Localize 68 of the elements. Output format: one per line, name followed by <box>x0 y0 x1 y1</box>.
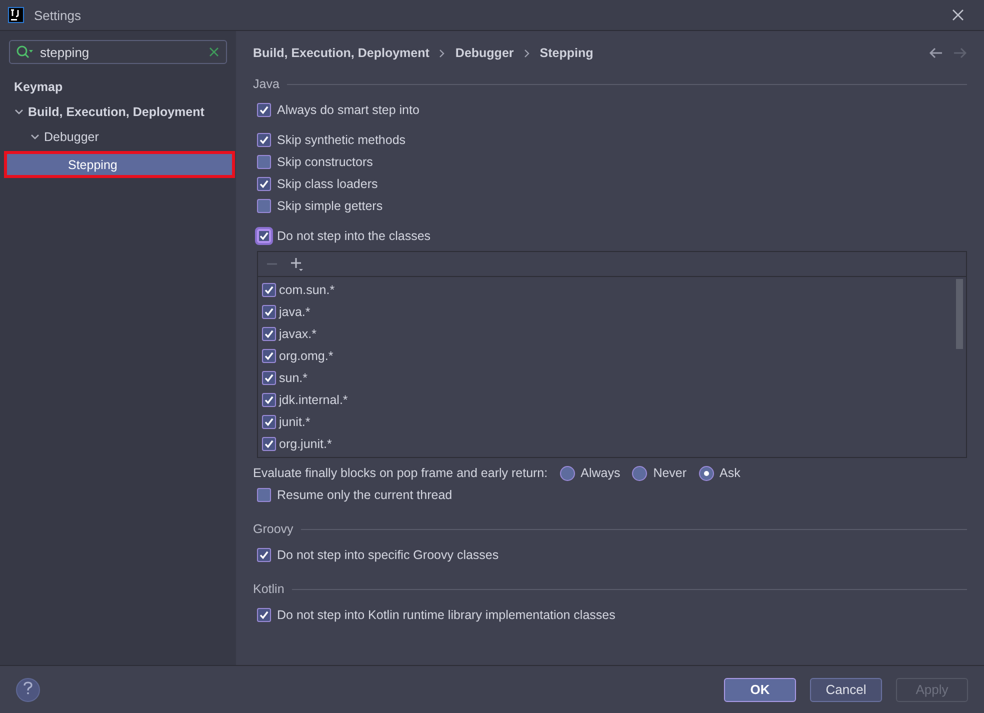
dialog-button[interactable]: Cancel <box>810 678 882 702</box>
checkbox[interactable] <box>257 133 271 147</box>
tree-item[interactable]: Build, Execution, Deployment <box>0 100 236 123</box>
tree-item[interactable]: Debugger <box>0 125 236 148</box>
app-logo-icon <box>8 7 24 23</box>
breadcrumb-item[interactable]: Stepping <box>540 46 594 60</box>
class-pattern: javax.* <box>279 327 317 341</box>
class-pattern: sun.* <box>279 371 308 385</box>
checkbox-label: Skip class loaders <box>277 177 378 191</box>
radio-label: Never <box>653 466 687 480</box>
search-field[interactable]: stepping <box>9 40 227 64</box>
radio-label: Ask <box>720 466 740 480</box>
radio-button[interactable] <box>632 466 648 480</box>
class-pattern: junit.* <box>279 415 310 429</box>
chevron-icon <box>524 48 530 58</box>
breadcrumb-item[interactable]: Build, Execution, Deployment <box>253 46 430 60</box>
checkbox[interactable] <box>262 437 276 451</box>
checkbox[interactable] <box>257 155 271 169</box>
radio-button[interactable] <box>698 466 714 480</box>
add-icon[interactable] <box>290 257 304 271</box>
section-title: Kotlin <box>253 582 284 596</box>
radio-button[interactable] <box>560 466 575 480</box>
dialog-button[interactable]: OK <box>724 678 796 702</box>
chevron-icon <box>439 48 446 58</box>
checkbox-label: Do not step into the classes <box>277 229 431 243</box>
scrollbar-thumb[interactable] <box>956 279 963 349</box>
class-pattern: com.sun.* <box>279 283 335 297</box>
checkbox[interactable] <box>257 177 271 191</box>
section-title: Java <box>253 77 280 91</box>
window-title: Settings <box>34 8 82 22</box>
checkbox-label: Skip synthetic methods <box>277 133 406 147</box>
class-pattern: jdk.internal.* <box>279 393 348 407</box>
checkbox-label: Resume only the current thread <box>277 488 452 502</box>
search-icon <box>16 45 34 59</box>
checkbox[interactable] <box>262 305 276 319</box>
close-icon[interactable] <box>952 9 964 21</box>
checkbox-label: Always do smart step into <box>277 103 420 117</box>
tree-item[interactable]: Keymap <box>0 75 236 98</box>
checkbox[interactable] <box>262 415 276 429</box>
section-title: Groovy <box>253 522 294 536</box>
radio-label: Always <box>580 466 620 480</box>
checkbox[interactable] <box>262 283 276 297</box>
checkbox-label: Do not step into specific Groovy classes <box>277 548 499 562</box>
checkbox[interactable] <box>262 327 276 341</box>
tree-item[interactable]: Stepping <box>6 153 233 176</box>
checkbox[interactable] <box>257 103 271 117</box>
clear-icon[interactable] <box>209 47 219 57</box>
checkbox-label: Skip constructors <box>277 155 373 169</box>
checkbox[interactable] <box>262 349 276 363</box>
checkbox-label: Skip simple getters <box>277 199 383 213</box>
chevron-icon[interactable] <box>14 106 24 116</box>
class-pattern: org.omg.* <box>279 349 334 363</box>
checkbox-label: Do not step into Kotlin runtime library implementation classes <box>277 608 616 622</box>
breadcrumb-item[interactable]: Debugger <box>455 46 514 60</box>
checkbox[interactable] <box>257 229 271 243</box>
help-button[interactable] <box>16 678 40 702</box>
class-pattern: org.junit.* <box>279 437 332 451</box>
class-pattern: java.* <box>279 305 310 319</box>
back-arrow-icon[interactable] <box>929 47 943 59</box>
question-mark-icon <box>22 681 34 695</box>
radio-group-label: Evaluate finally blocks on pop frame and early return: <box>253 466 548 480</box>
checkbox[interactable] <box>257 608 271 622</box>
checkbox[interactable] <box>262 393 276 407</box>
checkbox[interactable] <box>257 488 271 502</box>
checkbox[interactable] <box>257 199 271 213</box>
chevron-icon[interactable] <box>30 132 40 142</box>
checkbox[interactable] <box>262 371 276 385</box>
checkbox[interactable] <box>257 548 271 562</box>
